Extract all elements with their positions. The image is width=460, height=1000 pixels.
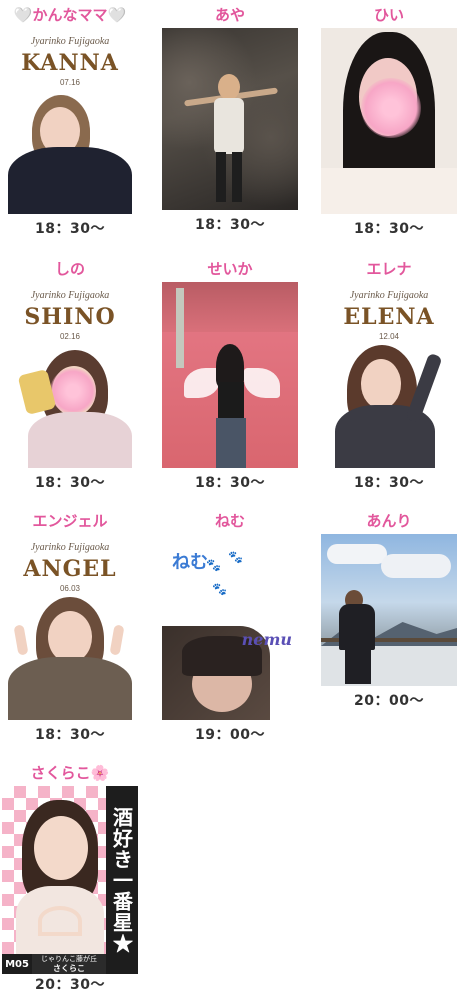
brand-text: Jyarinko Fujigaoka	[30, 542, 110, 553]
profile-name: ANGEL	[23, 556, 117, 582]
profile-date: 12.04	[378, 332, 400, 341]
cast-photo[interactable]: 酒好き一番星★ M05 じゃりんこ藤が丘 さくらこ	[2, 786, 138, 974]
cast-photo[interactable]	[162, 28, 298, 210]
cast-name[interactable]: ねむ	[160, 508, 300, 534]
portrait	[2, 346, 138, 468]
snow	[321, 646, 457, 686]
cast-card-angel[interactable]: エンジェル Jyarinko Fujigaoka ANGEL 06.03 18：…	[0, 508, 140, 744]
cast-name[interactable]: エレナ	[319, 256, 459, 282]
cast-card-sakurako[interactable]: さくらこ🌸 酒好き一番星★ M05 じゃりんこ藤が丘 さくらこ 20：30〜	[0, 760, 140, 994]
cast-card-hii[interactable]: ひい 18：30〜	[319, 2, 459, 238]
profile-name: ELENA	[343, 304, 435, 330]
profile-date: 02.16	[59, 332, 81, 341]
profile-name: SHINO	[24, 304, 116, 330]
body	[214, 98, 244, 154]
cast-card-elena[interactable]: エレナ Jyarinko Fujigaoka ELENA 12.04 18：30…	[319, 256, 459, 492]
cloud	[327, 544, 387, 564]
cast-name[interactable]: せいか	[160, 256, 300, 282]
cast-card-anri[interactable]: あんり 20：00〜	[319, 508, 459, 710]
nemu-handwriting: ねむ	[172, 552, 208, 573]
banner-text: 酒好き一番星★	[106, 786, 138, 974]
cast-photo[interactable]: Jyarinko Fujigaoka KANNA 07.16	[2, 28, 138, 214]
brand-text: Jyarinko Fujigaoka	[30, 290, 110, 301]
cast-name[interactable]: あんり	[319, 508, 459, 534]
profile-date: 07.16	[59, 78, 81, 87]
wing-right	[244, 368, 280, 398]
profile-name: KANNA	[21, 50, 119, 76]
face	[34, 816, 88, 880]
start-time: 18：30〜	[35, 475, 105, 491]
start-time: 20：30〜	[35, 977, 105, 993]
cast-name[interactable]: さくらこ🌸	[0, 760, 140, 786]
start-time: 18：30〜	[195, 217, 265, 233]
cast-photo[interactable]	[162, 282, 298, 468]
blur-mask	[361, 78, 421, 138]
portrait	[2, 595, 138, 720]
cast-card-seika[interactable]: せいか 18：30〜	[160, 256, 300, 492]
cast-photo[interactable]: ねむ 🐾 🐾 🐾 nemu	[162, 534, 298, 720]
start-time: 18：30〜	[195, 475, 265, 491]
pipe	[176, 288, 184, 368]
nemu-signature: nemu	[241, 630, 292, 649]
start-time: 18：30〜	[35, 727, 105, 743]
start-time: 18：30〜	[35, 221, 105, 237]
badge-number: M05	[2, 954, 32, 974]
person	[339, 604, 375, 650]
portrait	[321, 343, 457, 468]
brand-text: Jyarinko Fujigaoka	[30, 36, 110, 47]
cast-card-aya[interactable]: あや 18：30〜	[160, 2, 300, 234]
cast-photo[interactable]: Jyarinko Fujigaoka ELENA 12.04	[321, 282, 457, 468]
start-time: 19：00〜	[195, 727, 265, 743]
peace-hand-right	[109, 624, 125, 656]
cast-card-kanna[interactable]: 🤍かんなママ🤍 Jyarinko Fujigaoka KANNA 07.16 1…	[0, 2, 140, 238]
wing-left	[184, 368, 220, 398]
cast-photo[interactable]: Jyarinko Fujigaoka ANGEL 06.03	[2, 534, 138, 720]
cast-name[interactable]: エンジェル	[0, 508, 140, 534]
start-time: 18：30〜	[354, 221, 424, 237]
start-time: 18：30〜	[354, 475, 424, 491]
paw-icon: 🐾	[206, 558, 221, 572]
cloud	[381, 554, 451, 578]
cast-name[interactable]: あや	[160, 2, 300, 28]
badge-shop: じゃりんこ藤が丘	[41, 955, 97, 963]
paw-icon: 🐾	[212, 582, 227, 596]
start-time: 20：00〜	[354, 693, 424, 709]
cast-photo[interactable]: Jyarinko Fujigaoka SHINO 02.16	[2, 282, 138, 468]
cast-card-nemu[interactable]: ねむ ねむ 🐾 🐾 🐾 nemu 19：00〜	[160, 508, 300, 744]
portrait	[2, 89, 138, 214]
cast-card-shino[interactable]: しの Jyarinko Fujigaoka SHINO 02.16 18：30〜	[0, 256, 140, 492]
badge-cast-name: さくらこ	[53, 964, 85, 973]
brand-text: Jyarinko Fujigaoka	[349, 290, 429, 301]
cast-name[interactable]: しの	[0, 256, 140, 282]
heart-hands	[38, 906, 82, 936]
badge-label: じゃりんこ藤が丘 さくらこ	[32, 954, 106, 974]
cast-photo[interactable]	[321, 28, 457, 214]
head	[218, 74, 240, 100]
peace-hand-left	[13, 624, 29, 656]
cast-photo[interactable]	[321, 534, 457, 686]
paw-icon: 🐾	[228, 550, 243, 564]
cast-name[interactable]: 🤍かんなママ🤍	[0, 2, 140, 28]
cast-name[interactable]: ひい	[319, 2, 459, 28]
profile-date: 06.03	[59, 584, 81, 593]
